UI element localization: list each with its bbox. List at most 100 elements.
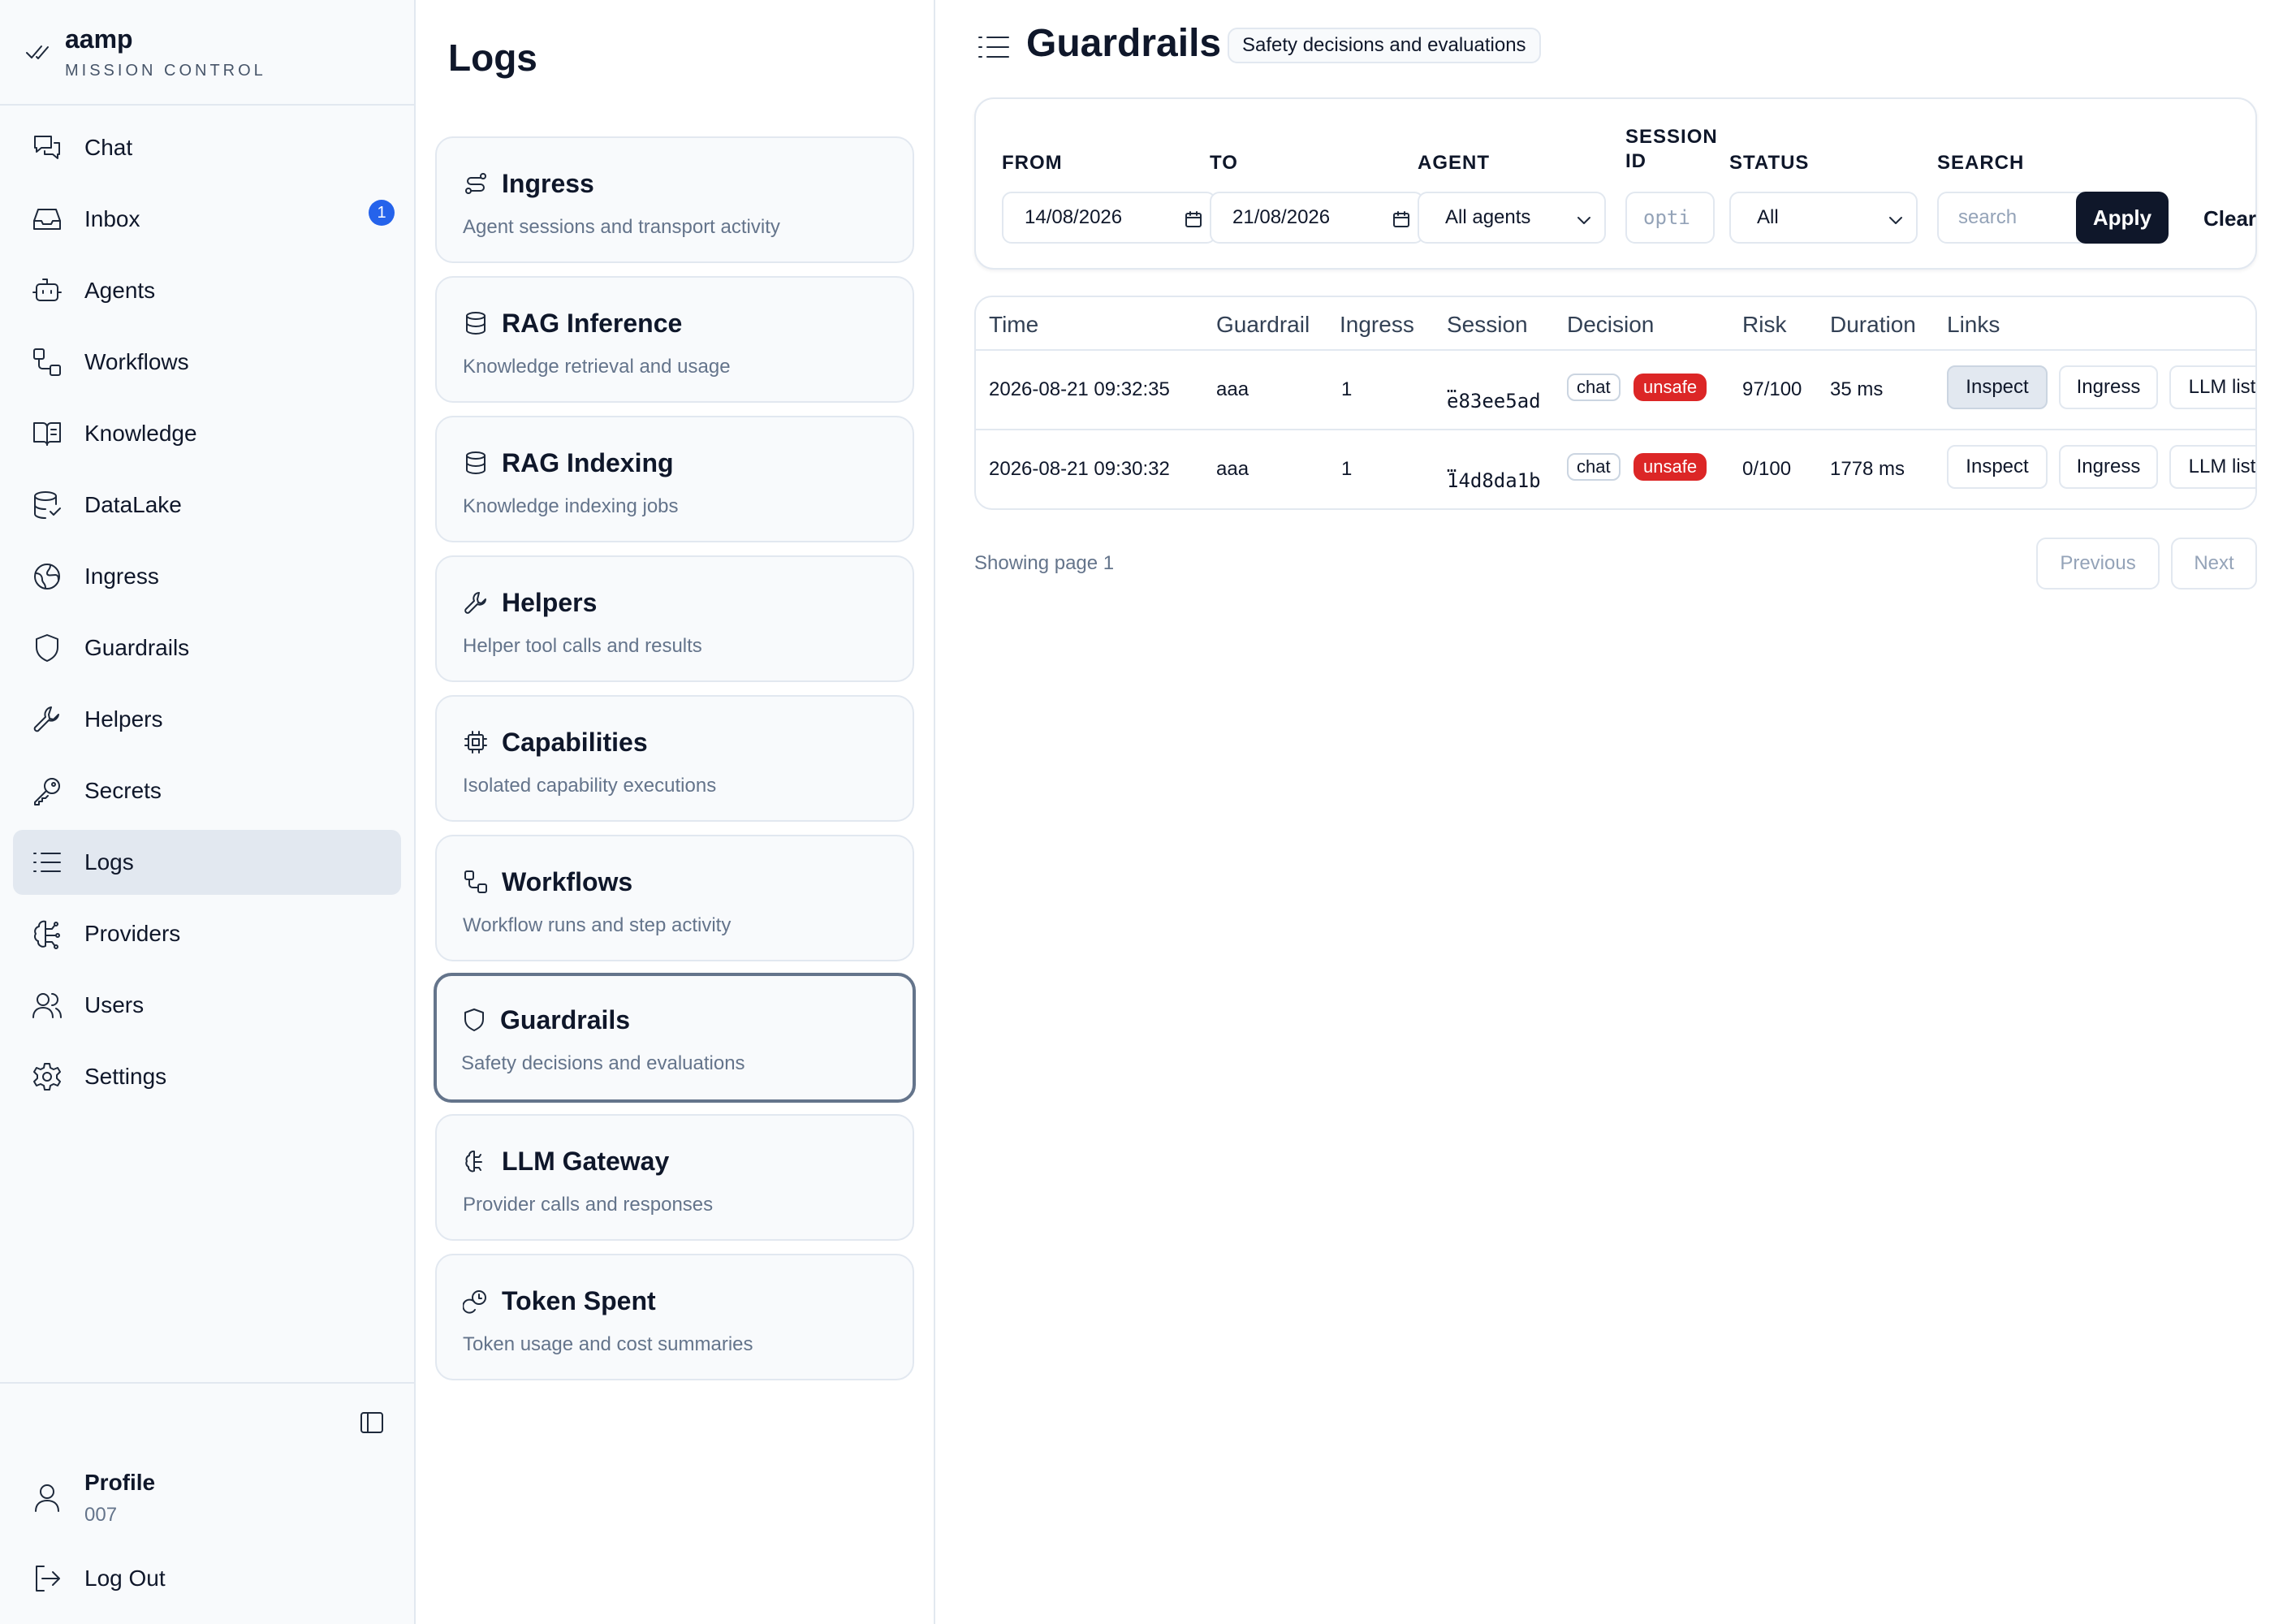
sidebar-item-users[interactable]: Users — [13, 973, 401, 1038]
log-card-helpers[interactable]: Helpers Helper tool calls and results — [435, 555, 914, 682]
user-icon[interactable] — [31, 1481, 63, 1514]
to-date-input[interactable]: 21/08/2026 — [1210, 192, 1424, 244]
sidebar-item-helpers[interactable]: Helpers — [13, 687, 401, 752]
chevron-down-icon — [1889, 217, 1902, 224]
list-icon — [33, 853, 61, 872]
sidebar-item-providers[interactable]: Providers — [13, 901, 401, 966]
chip-icon — [464, 731, 487, 754]
workflow-icon — [464, 870, 487, 893]
inspect-button[interactable]: Inspect — [1947, 365, 2048, 409]
column-header: Guardrail — [1216, 312, 1310, 337]
sidebar-item-datalake[interactable]: DataLake — [13, 473, 401, 538]
ingress-link-button[interactable]: Ingress — [2059, 445, 2158, 489]
agent-select[interactable]: All agents — [1418, 192, 1606, 244]
llm-list-button[interactable]: LLM list — [2169, 365, 2255, 409]
brand[interactable]: aamp MISSION CONTROL — [0, 0, 414, 106]
log-card-title: Workflows — [502, 867, 633, 896]
pagination-status: Showing page 1 — [974, 552, 1115, 574]
search-input[interactable]: search — [1937, 192, 2083, 244]
chevron-down-icon — [1577, 217, 1590, 224]
session-id: e83ee5ad — [1447, 390, 1541, 412]
session-label-line1: SESSION — [1625, 126, 1718, 148]
log-card-capabilities[interactable]: Capabilities Isolated capability executi… — [435, 695, 914, 822]
database-icon — [466, 312, 486, 335]
sidebar-item-workflows[interactable]: Workflows — [13, 330, 401, 395]
previous-button[interactable]: Previous — [2036, 538, 2160, 590]
calendar-icon[interactable] — [1184, 209, 1203, 229]
llm-list-button[interactable]: LLM list — [2169, 445, 2255, 489]
sidebar-item-inbox[interactable]: Inbox 1 — [13, 187, 401, 252]
sidebar-item-ingress[interactable]: Ingress — [13, 544, 401, 609]
type-pill: chat — [1567, 453, 1621, 481]
brand-name: aamp — [65, 24, 133, 54]
sidebar-toggle-icon[interactable] — [357, 1408, 386, 1437]
sidebar-item-label: Guardrails — [84, 635, 190, 660]
main-content: Guardrails Safety decisions and evaluati… — [935, 0, 2296, 1624]
from-date-value: 14/08/2026 — [1025, 206, 1123, 228]
coins-icon — [463, 1290, 486, 1314]
log-card-token-spent[interactable]: Token Spent Token usage and cost summari… — [435, 1254, 914, 1380]
logs-title: Logs — [448, 37, 537, 79]
clear-button[interactable]: Clear — [2203, 206, 2256, 231]
log-card-workflows[interactable]: Workflows Workflow runs and step activit… — [435, 835, 914, 961]
sidebar-item-label: Logs — [84, 849, 134, 875]
profile-name[interactable]: Profile — [84, 1470, 155, 1496]
agent-label: AGENT — [1418, 152, 1490, 174]
column-header: Ingress — [1340, 312, 1414, 337]
log-card-guardrails[interactable]: Guardrails Safety decisions and evaluati… — [434, 973, 916, 1103]
log-card-title: Token Spent — [502, 1286, 656, 1315]
sidebar-item-label: Users — [84, 992, 145, 1017]
robot-icon — [32, 279, 62, 301]
logout-button[interactable]: Log Out — [84, 1566, 166, 1592]
log-card-rag-inference[interactable]: RAG Inference Knowledge retrieval and us… — [435, 276, 914, 403]
from-date-input[interactable]: 14/08/2026 — [1002, 192, 1216, 244]
brain-icon — [33, 920, 60, 949]
column-header: Decision — [1567, 312, 1655, 337]
sidebar-item-logs[interactable]: Logs — [13, 830, 401, 895]
log-card-llm-gateway[interactable]: LLM Gateway Provider calls and responses — [435, 1114, 914, 1241]
cell-session: … e83ee5ad — [1447, 377, 1541, 413]
cell-guardrail: aaa — [1216, 378, 1249, 400]
logout-icon[interactable] — [31, 1562, 63, 1595]
ingress-link-button[interactable]: Ingress — [2059, 365, 2158, 409]
session-ellipsis: … — [1447, 377, 1457, 396]
session-id-label: SESSION ID — [1625, 125, 1718, 174]
next-button[interactable]: Next — [2171, 538, 2257, 590]
sidebar-item-label: Settings — [84, 1064, 167, 1089]
column-header: Time — [989, 312, 1039, 337]
session-label-line2: ID — [1625, 150, 1646, 172]
calendar-icon[interactable] — [1392, 209, 1411, 229]
cell-risk: 0/100 — [1742, 458, 1792, 480]
log-card-desc: Safety decisions and evaluations — [461, 1052, 745, 1074]
sidebar-item-settings[interactable]: Settings — [13, 1044, 401, 1109]
inbox-icon — [33, 209, 61, 230]
cell-duration: 1778 ms — [1830, 458, 1905, 480]
session-id: 14d8da1b — [1447, 469, 1541, 492]
status-label: STATUS — [1729, 152, 1810, 174]
sidebar-item-guardrails[interactable]: Guardrails — [13, 615, 401, 680]
filters-panel: FROM 14/08/2026 TO 21/08/2026 AGENT All … — [974, 97, 2257, 270]
column-header: Risk — [1742, 312, 1787, 337]
status-select[interactable]: All — [1729, 192, 1918, 244]
log-card-desc: Knowledge retrieval and usage — [463, 356, 731, 378]
sidebar-item-knowledge[interactable]: Knowledge — [13, 401, 401, 466]
table-divider — [976, 429, 2255, 430]
wrench-icon — [464, 592, 486, 614]
session-id-input[interactable]: opti — [1625, 192, 1715, 244]
sidebar-item-secrets[interactable]: Secrets — [13, 758, 401, 823]
cell-time: 2026-08-21 09:32:35 — [989, 378, 1170, 400]
sidebar-item-chat[interactable]: Chat — [13, 115, 401, 180]
logs-panel: Logs Ingress Agent sessions and transpor… — [416, 0, 935, 1624]
from-label: FROM — [1002, 152, 1063, 174]
key-icon — [34, 778, 60, 806]
log-card-desc: Provider calls and responses — [463, 1194, 714, 1216]
log-card-ingress[interactable]: Ingress Agent sessions and transport act… — [435, 136, 914, 263]
chat-icon — [34, 136, 60, 159]
apply-button[interactable]: Apply — [2076, 192, 2169, 244]
inbox-count-badge: 1 — [369, 200, 395, 226]
sidebar-item-label: Providers — [84, 921, 181, 946]
sidebar-item-agents[interactable]: Agents — [13, 258, 401, 323]
log-card-rag-indexing[interactable]: RAG Indexing Knowledge indexing jobs — [435, 416, 914, 542]
inspect-button[interactable]: Inspect — [1947, 445, 2048, 489]
list-icon — [978, 37, 1009, 58]
